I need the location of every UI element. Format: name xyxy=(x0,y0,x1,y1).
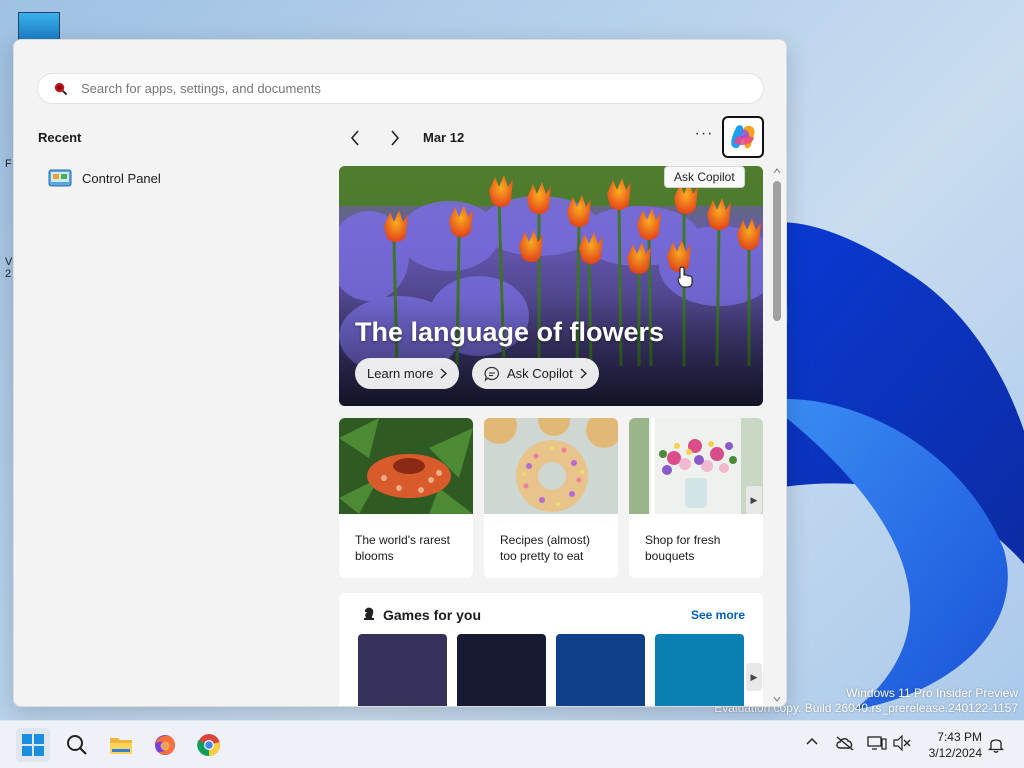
more-options-button[interactable]: ··· xyxy=(692,124,716,148)
copilot-icon xyxy=(731,125,755,149)
game-tile[interactable] xyxy=(457,634,546,706)
search-icon xyxy=(67,735,87,755)
news-card-bouquets[interactable]: Shop for fresh bouquets xyxy=(629,418,763,578)
ask-copilot-button[interactable]: Ask Copilot xyxy=(472,358,599,389)
chevron-left-icon xyxy=(350,130,359,146)
games-section: Games for you See more ▶ xyxy=(339,593,763,706)
card-image-bouquet xyxy=(629,418,763,514)
hero-title: The language of flowers xyxy=(355,317,665,347)
recent-item-control-panel[interactable]: Control Panel xyxy=(48,169,161,187)
search-box[interactable] xyxy=(37,73,764,104)
caret-right-icon: ▶ xyxy=(750,494,758,505)
chess-knight-icon xyxy=(364,607,374,620)
file-explorer-button[interactable] xyxy=(107,731,135,759)
cloud-offline-icon xyxy=(836,736,854,751)
firefox-icon xyxy=(155,735,175,755)
volume-muted-icon xyxy=(893,734,911,752)
previous-button[interactable] xyxy=(342,125,368,151)
recent-heading: Recent xyxy=(38,130,82,145)
bell-icon xyxy=(987,739,1005,753)
see-more-link[interactable]: See more xyxy=(691,608,745,622)
next-button[interactable] xyxy=(382,125,408,151)
cards-scroll-right-button[interactable]: ▶ xyxy=(746,486,762,514)
feed-date: Mar 12 xyxy=(423,130,465,145)
card-caption: Shop for fresh bouquets xyxy=(645,533,721,563)
onedrive-status-button[interactable] xyxy=(835,735,855,756)
card-caption: Recipes (almost) too pretty to eat xyxy=(500,533,591,563)
chrome-button[interactable] xyxy=(195,731,223,759)
games-heading: Games for you xyxy=(383,607,482,623)
desktop-label-fragment: F xyxy=(5,158,12,170)
scroll-down-arrow-icon xyxy=(773,696,781,702)
folder-icon xyxy=(110,738,132,754)
learn-more-label: Learn more xyxy=(367,366,434,381)
chevron-right-icon xyxy=(441,368,448,379)
copilot-button[interactable] xyxy=(722,116,764,158)
desktop-icon-fragment[interactable] xyxy=(18,12,60,40)
hand-cursor-icon xyxy=(677,266,693,288)
caret-right-icon: ▶ xyxy=(750,671,758,682)
taskbar-clock[interactable]: 7:43 PM 3/12/2024 xyxy=(920,729,982,761)
chrome-icon xyxy=(197,734,220,757)
notifications-button[interactable] xyxy=(987,736,1005,758)
start-menu: Recent Control Panel Mar 12 ··· Ask Copi… xyxy=(13,39,787,707)
clock-date: 3/12/2024 xyxy=(928,746,982,760)
scrollbar-thumb[interactable] xyxy=(773,181,781,321)
news-card-recipes[interactable]: Recipes (almost) too pretty to eat xyxy=(484,418,618,578)
ask-copilot-label: Ask Copilot xyxy=(507,366,573,381)
card-image-tarts xyxy=(484,418,618,514)
network-icon xyxy=(867,736,887,750)
control-panel-icon xyxy=(48,169,72,187)
start-button[interactable] xyxy=(16,728,50,762)
search-input[interactable] xyxy=(81,81,681,96)
search-icon xyxy=(54,82,68,96)
desktop-label-fragment: V2 xyxy=(5,256,13,280)
feed-scrollbar[interactable] xyxy=(771,166,783,706)
firefox-button[interactable] xyxy=(151,731,179,759)
chevron-up-icon xyxy=(806,737,818,745)
chevron-right-icon xyxy=(580,368,587,379)
chevron-right-icon xyxy=(391,130,400,146)
hero-card[interactable]: The language of flowers Learn more Ask C… xyxy=(339,166,763,406)
game-tile[interactable] xyxy=(556,634,645,706)
show-hidden-icons-button[interactable] xyxy=(805,735,819,754)
taskbar: 7:43 PM 3/12/2024 xyxy=(0,720,1024,768)
card-caption: The world's rarest blooms xyxy=(355,533,450,563)
volume-button[interactable] xyxy=(893,734,911,756)
game-tile[interactable] xyxy=(655,634,744,706)
clock-time: 7:43 PM xyxy=(937,730,982,744)
news-card-rare-blooms[interactable]: The world's rarest blooms xyxy=(339,418,473,578)
games-scroll-right-button[interactable]: ▶ xyxy=(746,663,762,691)
network-status-button[interactable] xyxy=(867,735,887,756)
copilot-tooltip: Ask Copilot xyxy=(664,166,745,188)
card-image-rafflesia xyxy=(339,418,473,514)
taskbar-search-button[interactable] xyxy=(63,731,91,759)
recent-item-label: Control Panel xyxy=(82,170,161,186)
scroll-up-arrow-icon xyxy=(773,168,781,174)
windows-logo-icon xyxy=(22,734,44,756)
chat-icon xyxy=(484,366,500,382)
learn-more-button[interactable]: Learn more xyxy=(355,358,460,389)
game-tile[interactable] xyxy=(358,634,447,706)
